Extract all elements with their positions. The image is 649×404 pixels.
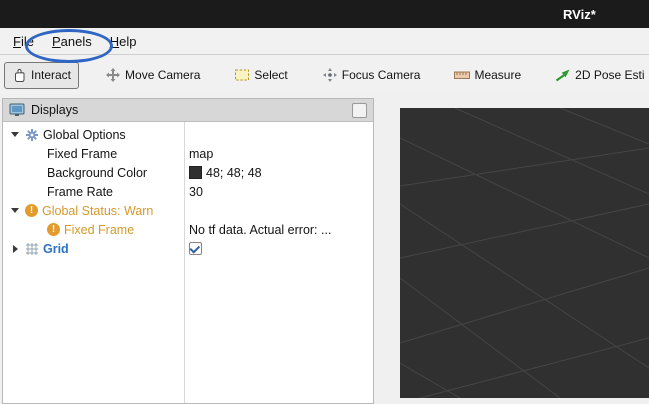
menu-file[interactable]: File	[4, 30, 43, 53]
collapse-arrow-icon[interactable]	[9, 245, 21, 253]
tool-label: Measure	[474, 68, 521, 82]
displays-tree: Global Options Fixed Frame map Backgroun…	[3, 122, 373, 258]
tree-row-frame-rate[interactable]: Frame Rate 30	[3, 182, 373, 201]
tool-label: 2D Pose Esti	[575, 68, 644, 82]
pose-estimate-arrow-icon	[555, 68, 571, 82]
window-title: RViz*	[563, 7, 596, 22]
tree-row-grid[interactable]: Grid	[3, 239, 373, 258]
grid-enabled-checkbox[interactable]	[189, 242, 202, 255]
select-marquee-icon	[234, 68, 250, 82]
displays-panel-header[interactable]: Displays	[3, 99, 373, 122]
3d-viewport[interactable]	[400, 108, 649, 398]
rviz-window: RViz* File Panels Help Interact Move Cam…	[0, 0, 649, 404]
select-tool-button[interactable]: Select	[226, 62, 295, 88]
frame-rate-value[interactable]: 30	[189, 182, 203, 201]
measure-ruler-icon	[454, 69, 470, 81]
gear-icon	[25, 128, 39, 142]
tree-row-label: Fixed Frame	[47, 147, 117, 161]
tool-label: Focus Camera	[342, 68, 421, 82]
fixed-frame-status-value: No tf data. Actual error: ...	[189, 220, 331, 239]
viewport-grid-lines	[400, 108, 649, 398]
tool-label: Move Camera	[125, 68, 200, 82]
panel-title: Displays	[31, 103, 78, 117]
expand-arrow-icon[interactable]	[9, 208, 21, 213]
tree-row-label: Background Color	[47, 166, 147, 180]
toolbar: Interact Move Camera Select Focus Camera…	[0, 56, 649, 94]
monitor-icon	[9, 103, 25, 117]
fixed-frame-value[interactable]: map	[189, 144, 213, 163]
tool-label: Select	[254, 68, 287, 82]
tool-label: Interact	[31, 68, 71, 82]
warning-icon	[47, 223, 60, 236]
tree-row-label: Grid	[43, 242, 69, 256]
move-camera-tool-button[interactable]: Move Camera	[97, 61, 208, 89]
measure-tool-button[interactable]: Measure	[446, 62, 529, 88]
tree-row-fixed-frame-status[interactable]: Fixed Frame No tf data. Actual error: ..…	[3, 220, 373, 239]
grid-enabled-value[interactable]	[189, 239, 202, 258]
interact-tool-button[interactable]: Interact	[4, 62, 79, 89]
tree-row-label: Frame Rate	[47, 185, 113, 199]
focus-camera-icon	[322, 67, 338, 83]
warning-icon	[25, 204, 38, 217]
pose-estimate-tool-button[interactable]: 2D Pose Esti	[547, 62, 649, 88]
displays-panel: Displays Global Options Fixed Frame map …	[2, 98, 374, 404]
background-color-value[interactable]: 48; 48; 48	[189, 163, 262, 182]
interact-hand-icon	[12, 68, 27, 83]
menu-panels[interactable]: Panels	[43, 30, 101, 53]
grid-icon	[25, 242, 39, 256]
tree-row-global-status[interactable]: Global Status: Warn	[3, 201, 373, 220]
panel-header-button[interactable]	[352, 103, 367, 118]
tree-row-global-options[interactable]: Global Options	[3, 125, 373, 144]
titlebar: RViz*	[0, 0, 649, 28]
checkmark-icon	[189, 242, 200, 253]
move-camera-icon	[105, 67, 121, 83]
tree-row-label: Global Status: Warn	[42, 204, 153, 218]
expand-arrow-icon[interactable]	[9, 132, 21, 137]
tree-row-background-color[interactable]: Background Color 48; 48; 48	[3, 163, 373, 182]
menu-help[interactable]: Help	[101, 30, 146, 53]
tree-row-label: Fixed Frame	[64, 223, 134, 237]
focus-camera-tool-button[interactable]: Focus Camera	[314, 61, 429, 89]
tree-row-fixed-frame[interactable]: Fixed Frame map	[3, 144, 373, 163]
menubar: File Panels Help	[0, 28, 649, 55]
tree-row-label: Global Options	[43, 128, 126, 142]
color-swatch	[189, 166, 202, 179]
